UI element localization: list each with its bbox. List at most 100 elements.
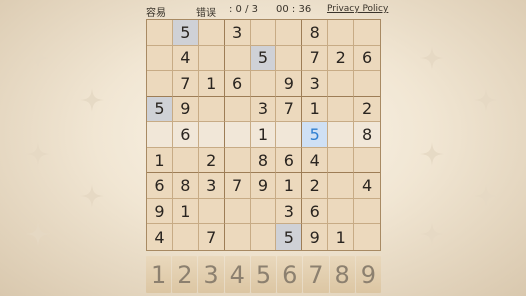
board-cell[interactable]: 8 (302, 20, 329, 46)
board-cell[interactable] (198, 122, 225, 148)
board-cell[interactable]: 9 (147, 198, 173, 225)
board-cell[interactable]: 1 (198, 71, 225, 97)
board-cell[interactable] (354, 224, 380, 250)
board-cell[interactable]: 7 (224, 173, 251, 199)
board-cell[interactable]: 7 (199, 224, 225, 250)
board-cell[interactable]: 4 (172, 45, 199, 72)
difficulty-label: 容易 (146, 8, 166, 19)
number-key-6[interactable]: 6 (277, 256, 303, 293)
board-cell[interactable] (250, 20, 277, 46)
board-cell[interactable]: 5 (250, 45, 277, 72)
privacy-policy-link[interactable]: Privacy Policy (327, 4, 388, 14)
board-cell[interactable]: 7 (302, 45, 329, 72)
board-cell[interactable] (328, 198, 355, 225)
board-cell[interactable] (224, 147, 251, 174)
sparkle-icon (420, 46, 444, 70)
board-cell[interactable]: 2 (198, 147, 225, 174)
board-cell[interactable]: 6 (147, 173, 173, 199)
board-cell[interactable] (328, 20, 355, 46)
board-cell[interactable]: 4 (302, 147, 329, 174)
board-cell[interactable] (224, 96, 251, 123)
board-cell[interactable]: 3 (302, 71, 329, 97)
board-cell[interactable] (354, 71, 380, 97)
board-cell[interactable]: 2 (328, 45, 355, 72)
board-cell[interactable]: 8 (172, 173, 199, 199)
board-cell[interactable]: 1 (250, 122, 277, 148)
number-key-2[interactable]: 2 (172, 256, 198, 293)
board-cell[interactable] (328, 122, 355, 148)
number-key-3[interactable]: 3 (198, 256, 224, 293)
board-cell[interactable]: 2 (354, 97, 380, 123)
board-cell[interactable] (224, 122, 251, 148)
board-cell[interactable]: 3 (198, 173, 225, 199)
board-cell[interactable] (251, 224, 277, 250)
board-cell[interactable] (250, 198, 277, 225)
board-cell[interactable] (198, 198, 225, 225)
board-cell[interactable]: 4 (147, 224, 173, 250)
board-cell[interactable]: 9 (250, 173, 277, 199)
timer: 00 : 36 (276, 4, 312, 15)
board-cell[interactable] (354, 199, 380, 225)
board-cell[interactable]: 5 (276, 224, 303, 250)
sparkle-icon (26, 142, 50, 166)
board-cell[interactable] (147, 71, 173, 97)
board-cell[interactable]: 6 (302, 198, 329, 225)
board-cell[interactable]: 5 (147, 96, 173, 123)
board-cell[interactable] (328, 96, 355, 123)
board-cell[interactable] (173, 224, 199, 250)
board-cell[interactable]: 4 (354, 173, 380, 199)
board-cell[interactable]: 6 (172, 122, 199, 148)
board-cell[interactable] (147, 20, 173, 46)
board-cell[interactable]: 2 (302, 173, 329, 199)
board-cell[interactable] (225, 224, 251, 250)
sparkle-icon (420, 142, 444, 166)
board-cell[interactable]: 7 (276, 96, 303, 123)
board-cell[interactable]: 9 (276, 71, 303, 97)
board-cell[interactable]: 1 (302, 96, 329, 123)
board-cell[interactable] (198, 45, 225, 72)
number-key-7[interactable]: 7 (303, 256, 329, 293)
board-cell[interactable]: 1 (276, 173, 303, 199)
board-cell[interactable] (198, 96, 225, 123)
board-cell[interactable]: 8 (250, 147, 277, 174)
board-cell[interactable]: 5 (172, 20, 199, 46)
number-key-4[interactable]: 4 (224, 256, 250, 293)
number-pad: 123456789 (146, 256, 381, 293)
mistakes-count: : 0 / 3 (229, 4, 258, 15)
board-cell[interactable]: 1 (147, 147, 173, 174)
mistakes-label: 错误 (196, 8, 216, 19)
board-cell[interactable] (172, 147, 199, 174)
board-cell[interactable]: 8 (354, 122, 380, 148)
number-key-1[interactable]: 1 (146, 256, 172, 293)
board-cell[interactable] (224, 198, 251, 225)
board-cell[interactable]: 3 (250, 96, 277, 123)
board-cell[interactable]: 3 (224, 20, 251, 46)
board-cell[interactable] (354, 148, 380, 174)
board-cell[interactable] (328, 173, 355, 199)
board-cell[interactable]: 6 (276, 147, 303, 174)
board-cell[interactable]: 1 (328, 224, 355, 250)
board-cell[interactable] (354, 20, 380, 46)
board-cell[interactable]: 3 (276, 198, 303, 225)
board-cell[interactable]: 6 (224, 71, 251, 97)
board-cell[interactable] (198, 20, 225, 46)
board-cell[interactable] (224, 45, 251, 72)
sparkle-icon (26, 46, 50, 70)
board-cell[interactable]: 9 (302, 224, 329, 250)
board-cell[interactable]: 6 (354, 46, 380, 72)
board-cell[interactable] (147, 122, 173, 148)
board-cell[interactable] (276, 45, 303, 72)
board-cell[interactable] (328, 147, 355, 174)
number-key-5[interactable]: 5 (250, 256, 277, 293)
board-cell[interactable]: 9 (172, 96, 199, 123)
board-cell[interactable]: 1 (172, 198, 199, 225)
board-cell[interactable] (250, 71, 277, 97)
number-key-9[interactable]: 9 (355, 256, 381, 293)
board-cell[interactable]: 7 (172, 71, 199, 97)
board-cell[interactable] (276, 20, 303, 46)
board-cell[interactable] (147, 45, 173, 72)
board-cell[interactable] (328, 71, 355, 97)
board-cell[interactable] (276, 122, 303, 148)
number-key-8[interactable]: 8 (329, 256, 355, 293)
board-cell[interactable]: 5 (302, 122, 329, 148)
